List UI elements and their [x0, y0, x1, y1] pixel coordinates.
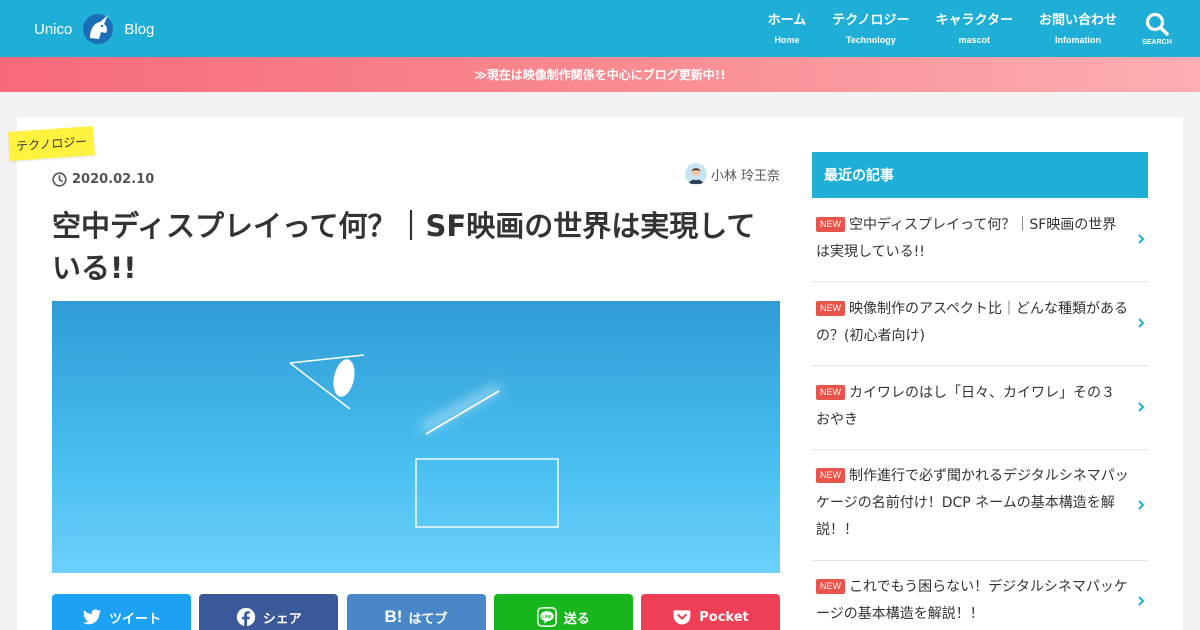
main-nav: ホーム Home テクノロジー Technology キャラクター mascot… [755, 0, 1130, 57]
search-label: SEARCH [1142, 39, 1172, 46]
recent-post-item[interactable]: NEW 制作進行で必ず聞かれるデジタルシネマパッケージの名前付け！DCP ネームの… [812, 450, 1148, 561]
article-title: 空中ディスプレイって何？｜SF映画の世界は実現している!! [52, 209, 756, 285]
author-avatar [684, 163, 707, 185]
share-pocket-label: Pocket [699, 609, 749, 625]
post-date-text: 2020.02.10 [72, 171, 155, 187]
share-hatena-button[interactable]: B! はてブ [346, 594, 486, 630]
nav-sub: mascot [958, 34, 990, 45]
site-logo[interactable]: Unico Blog [34, 12, 154, 46]
new-badge: NEW [816, 301, 845, 316]
chevron-right-icon [1138, 500, 1145, 510]
featured-image [52, 301, 780, 573]
recent-post-title-wrap: NEW 制作進行で必ず聞かれるデジタルシネマパッケージの名前付け！DCP ネームの… [816, 463, 1130, 544]
twitter-icon [82, 609, 102, 625]
recent-post-title: これでもう困らない！デジタルシネマパッケージの基本構造を解説！！ [816, 579, 1128, 622]
recent-post-title-wrap: NEW これでもう困らない！デジタルシネマパッケージの基本構造を解説！！ [816, 574, 1130, 628]
recent-post-item[interactable]: NEW カイワレのはし「日々、カイワレ」その３ おやき [812, 366, 1148, 450]
search-icon [1145, 12, 1169, 36]
new-badge: NEW [816, 217, 845, 232]
share-twitter-button[interactable]: ツイート [52, 594, 191, 630]
recent-post-item[interactable]: NEW 空中ディスプレイって何？｜SF映画の世界は実現している!! [812, 198, 1148, 282]
chevron-right-icon [1138, 596, 1145, 606]
site-header: Unico Blog ホーム Home テクノロジー Technology キャ… [0, 0, 1200, 57]
logo-text-unico: Unico [34, 20, 73, 38]
category-tag[interactable]: テクノロジー [8, 126, 96, 161]
author[interactable]: 小林 玲王奈 [684, 162, 780, 186]
share-line-button[interactable]: LINE 送る [493, 594, 633, 630]
nav-sub: Infomation [1054, 34, 1101, 45]
clock-icon [52, 171, 67, 187]
recent-post-title: カイワレのはし「日々、カイワレ」その３ おやき [816, 385, 1115, 428]
share-facebook-button[interactable]: シェア [199, 594, 339, 630]
notice-bar[interactable]: ≫現在は映像制作関係を中心にブログ更新中!! [0, 57, 1200, 92]
nav-label: ホーム [767, 12, 807, 28]
recent-post-title: 制作進行で必ず聞かれるデジタルシネマパッケージの名前付け！DCP ネームの基本構… [816, 468, 1129, 538]
recent-post-title: 空中ディスプレイって何？｜SF映画の世界は実現している!! [816, 217, 1117, 260]
recent-post-title-wrap: NEW カイワレのはし「日々、カイワレ」その３ おやき [816, 380, 1130, 434]
new-badge: NEW [816, 385, 845, 400]
share-line-label: 送る [563, 611, 590, 627]
recent-post-item[interactable]: NEW これでもう困らない！デジタルシネマパッケージの基本構造を解説！！ [812, 561, 1148, 630]
nav-label: キャラクター [935, 12, 1013, 28]
share-twitter-label: ツイート [108, 611, 161, 627]
nav-sub: Technology [845, 34, 896, 45]
recent-post-title-wrap: NEW 映像制作のアスペクト比｜どんな種類があるの？(初心者向け) [816, 296, 1130, 350]
search-button[interactable]: SEARCH [1130, 0, 1184, 57]
recent-posts-heading: 最近の記事 [812, 152, 1148, 198]
nav-item-home[interactable]: ホーム Home [755, 0, 820, 57]
share-facebook-label: シェア [262, 611, 302, 627]
pocket-icon [673, 610, 691, 625]
nav-label: お問い合わせ [1038, 12, 1117, 28]
hatena-icon: B! [384, 607, 403, 626]
recent-post-item[interactable]: NEW 映像制作のアスペクト比｜どんな種類があるの？(初心者向け) [812, 282, 1148, 366]
share-buttons: ツイート シェア B! はてブ LINE 送る Pocket [52, 594, 780, 630]
new-badge: NEW [816, 468, 845, 483]
chevron-right-icon [1138, 402, 1145, 412]
nav-item-contact[interactable]: お問い合わせ Infomation [1026, 0, 1130, 57]
unicorn-logo-icon [83, 14, 114, 44]
hero-illustration [289, 354, 559, 528]
recent-post-title: 映像制作のアスペクト比｜どんな種類があるの？(初心者向け) [816, 301, 1129, 344]
nav-item-technology[interactable]: テクノロジー Technology [819, 0, 922, 57]
post-date: 2020.02.10 [52, 170, 154, 188]
chevron-right-icon [1138, 234, 1145, 244]
nav-item-mascot[interactable]: キャラクター mascot [923, 0, 1026, 57]
chevron-right-icon [1138, 318, 1145, 328]
share-hatena-label: はてブ [408, 611, 448, 627]
line-icon: LINE [536, 607, 557, 627]
notice-text: ≫現在は映像制作関係を中心にブログ更新中!! [474, 68, 726, 82]
recent-post-title-wrap: NEW 空中ディスプレイって何？｜SF映画の世界は実現している!! [816, 212, 1130, 266]
share-pocket-button[interactable]: Pocket [641, 594, 780, 630]
nav-sub: Home [774, 34, 800, 45]
author-name: 小林 玲王奈 [710, 168, 780, 184]
svg-text:LINE: LINE [542, 614, 552, 619]
facebook-icon [236, 607, 255, 627]
logo-text-blog: Blog [124, 20, 155, 38]
new-badge: NEW [816, 579, 845, 594]
nav-label: テクノロジー [832, 12, 910, 28]
